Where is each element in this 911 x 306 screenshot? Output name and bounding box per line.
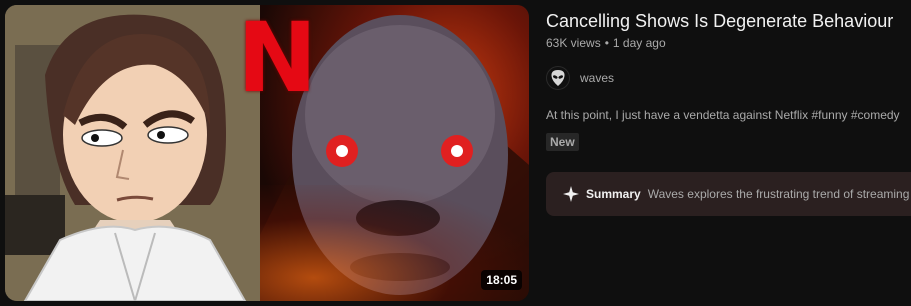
video-thumbnail[interactable]: N 18:05	[5, 5, 529, 301]
new-badge: New	[546, 133, 579, 151]
netflix-logo: N	[237, 5, 318, 114]
channel-link[interactable]: waves	[546, 66, 614, 90]
summary-label: Summary	[586, 187, 641, 201]
video-metadata: 63K views • 1 day ago	[546, 35, 666, 51]
video-details: Cancelling Shows Is Degenerate Behaviour…	[546, 0, 911, 306]
channel-name[interactable]: waves	[580, 71, 614, 85]
video-result[interactable]: N 18:05 Cancelling Shows Is Degenerate B…	[0, 0, 911, 306]
summary-text: Waves explores the frustrating trend of …	[647, 187, 910, 201]
thumbnail-left-panel	[5, 5, 260, 301]
sparkle-icon	[562, 185, 580, 203]
view-count: 63K views	[546, 36, 601, 50]
upload-age: 1 day ago	[612, 36, 666, 50]
meta-separator: •	[604, 36, 609, 50]
summary-chip[interactable]: Summary Waves explores the frustrating t…	[546, 172, 911, 216]
channel-avatar[interactable]	[546, 66, 570, 90]
video-description-snippet: At this point, I just have a vendetta ag…	[546, 108, 900, 122]
video-title[interactable]: Cancelling Shows Is Degenerate Behaviour	[546, 9, 911, 33]
cartoon-character-image	[5, 5, 260, 301]
alien-head-icon	[551, 70, 565, 86]
duration-badge: 18:05	[481, 270, 522, 290]
